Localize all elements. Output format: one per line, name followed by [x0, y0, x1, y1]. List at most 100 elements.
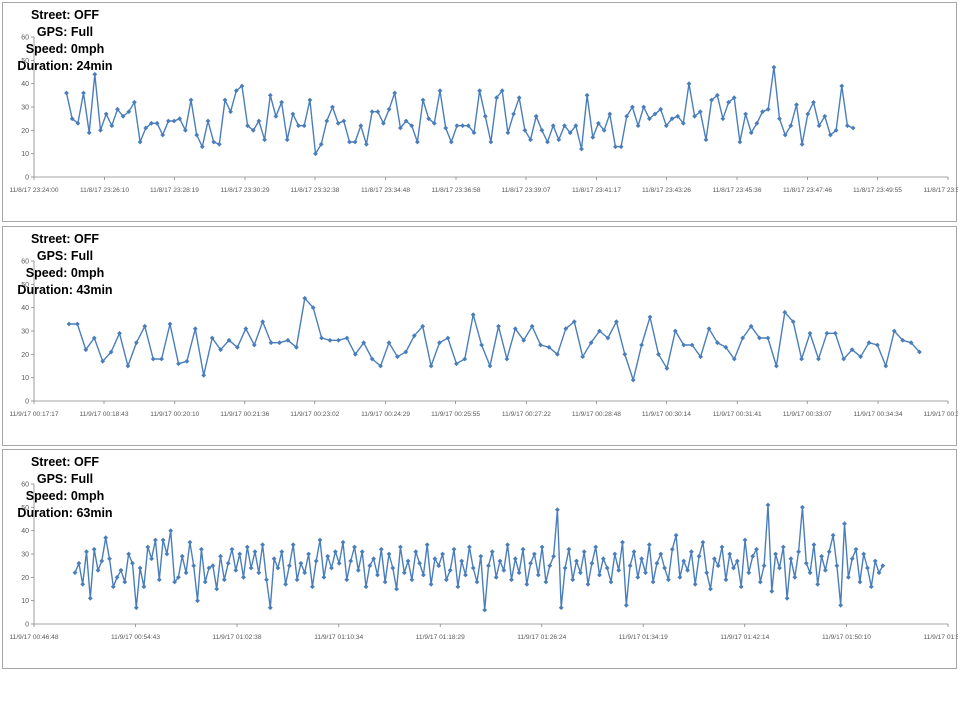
data-point: [375, 109, 381, 115]
data-point: [641, 104, 647, 110]
x-tick-label: 11/9/17 01:58:05: [923, 634, 958, 641]
data-point: [75, 321, 80, 327]
data-point: [627, 563, 633, 569]
data-point: [589, 560, 595, 566]
data-point: [505, 130, 511, 136]
data-point: [773, 551, 778, 557]
data-point: [177, 116, 183, 122]
data-point: [262, 137, 267, 143]
data-point: [168, 528, 174, 534]
data-point: [556, 137, 562, 143]
data-point: [584, 92, 590, 98]
data-point: [692, 581, 698, 587]
data-point: [214, 586, 220, 592]
data-point: [156, 577, 162, 583]
data-point: [375, 572, 380, 578]
data-point: [277, 340, 282, 346]
data-point: [153, 537, 158, 543]
data-point: [130, 560, 135, 566]
data-point: [183, 127, 188, 133]
y-tick-label: 20: [21, 128, 29, 135]
data-point: [520, 546, 526, 552]
data-point: [260, 319, 266, 325]
data-point: [543, 579, 549, 585]
x-tick-label: 11/9/17 01:50:10: [822, 634, 871, 641]
data-point: [796, 549, 801, 555]
x-tick-label: 11/9/17 01:10:34: [314, 634, 363, 641]
annotation-duration: Duration: 63min: [17, 506, 113, 520]
data-point: [248, 565, 254, 571]
data-point: [72, 570, 78, 576]
data-point: [359, 549, 365, 555]
x-tick-label: 11/9/17 01:02:38: [213, 634, 262, 641]
data-point: [126, 551, 131, 557]
data-point: [613, 144, 618, 150]
data-point: [273, 113, 279, 119]
x-tick-label: 11/9/17 00:33:07: [783, 411, 832, 418]
data-point: [872, 558, 878, 564]
data-point: [268, 340, 274, 346]
data-point: [321, 574, 327, 580]
data-point: [477, 88, 482, 94]
data-point: [447, 567, 453, 573]
x-tick-label: 11/9/17 01:26:24: [517, 634, 566, 641]
data-point: [117, 330, 122, 336]
data-point: [348, 558, 354, 564]
data-point: [107, 556, 112, 562]
data-point: [195, 598, 200, 604]
data-point: [142, 323, 148, 329]
data-point: [639, 556, 644, 562]
data-point: [443, 125, 449, 131]
annotation-duration: Duration: 43min: [17, 283, 113, 297]
x-tick-label: 11/8/17 23:47:46: [783, 187, 832, 194]
data-point: [294, 577, 300, 583]
annotation-gps: GPS: Full: [36, 25, 94, 39]
data-point: [241, 574, 246, 580]
data-point: [850, 125, 856, 131]
data-point: [578, 570, 583, 576]
data-point: [509, 577, 514, 583]
data-point: [103, 111, 109, 117]
data-point: [654, 560, 660, 566]
data-point: [454, 123, 460, 129]
data-point: [622, 351, 628, 357]
data-point: [579, 146, 584, 152]
data-point: [341, 118, 347, 124]
data-point: [188, 97, 194, 103]
x-tick-label: 11/8/17 23:43:26: [642, 187, 691, 194]
data-point: [623, 602, 629, 608]
data-point: [199, 144, 205, 150]
chart-annotation-1: Street: OFF GPS: Full Speed: 0mph Durati…: [9, 7, 121, 75]
data-point: [681, 558, 687, 564]
chart-annotation-3: Street: OFF GPS: Full Speed: 0mph Durati…: [9, 454, 121, 522]
data-point: [479, 342, 484, 348]
data-point: [125, 363, 131, 369]
data-point: [134, 340, 139, 346]
x-tick-label: 11/8/17 23:30:29: [220, 187, 269, 194]
data-point: [84, 549, 89, 555]
series-line: [74, 504, 884, 611]
x-tick-label: 11/8/17 23:26:10: [80, 187, 129, 194]
data-point: [486, 563, 491, 569]
x-tick-label: 11/8/17 23:52:05: [923, 187, 958, 194]
data-point: [501, 567, 507, 573]
data-point: [329, 565, 334, 571]
data-point: [99, 558, 105, 564]
data-point: [201, 372, 207, 378]
data-point: [635, 574, 641, 580]
data-point: [686, 81, 692, 87]
data-point: [290, 111, 296, 117]
data-point: [677, 574, 683, 580]
data-point: [459, 558, 465, 564]
data-point: [95, 567, 101, 573]
data-point: [535, 572, 541, 578]
data-point: [805, 111, 811, 117]
data-point: [497, 558, 503, 564]
y-tick-label: 30: [21, 329, 29, 336]
data-point: [771, 64, 777, 70]
data-point: [834, 563, 840, 569]
data-point: [830, 532, 836, 538]
data-point: [608, 579, 614, 585]
data-point: [141, 584, 147, 590]
data-point: [784, 595, 790, 601]
